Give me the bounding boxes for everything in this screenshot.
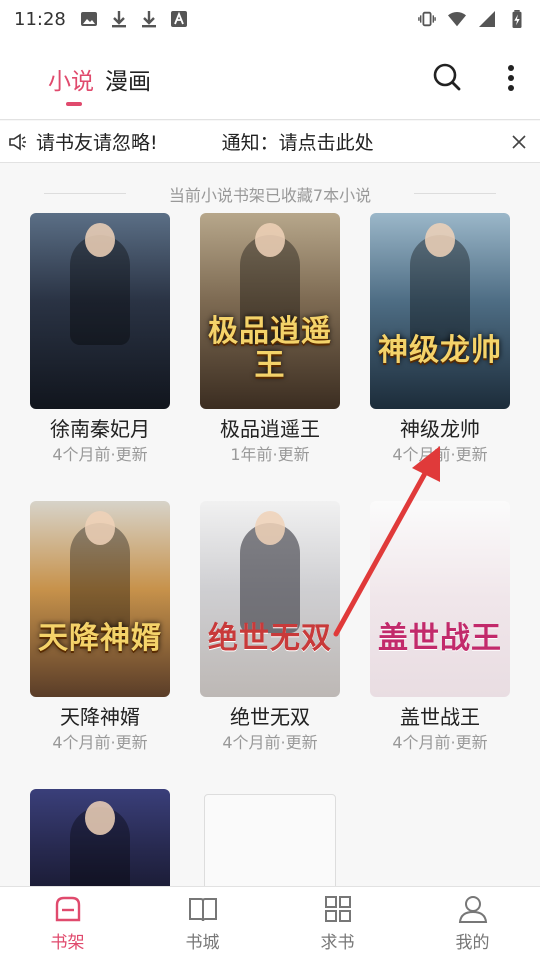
app-header: 小说 漫画 [0,38,540,120]
search-icon[interactable] [432,62,462,96]
status-right-icons [418,10,526,28]
tab-comic[interactable]: 漫画 [105,62,151,96]
nav-profile[interactable]: 我的 [405,887,540,960]
book-item[interactable] [15,789,185,889]
book-cover-title: 天降神婿 [38,621,162,656]
nav-label: 求书 [320,933,355,953]
book-cover[interactable]: 天降神婿 [30,501,170,697]
wifi-icon [448,10,466,28]
signal-icon [478,10,496,28]
nav-bookstore[interactable]: 书城 [135,887,270,960]
close-icon[interactable] [498,134,540,150]
more-icon[interactable] [503,64,519,96]
book-item[interactable]: 天降神婿 天降神婿 4个月前·更新 [15,501,185,755]
bookshelf-icon [55,896,80,922]
book-cover[interactable]: 盖世战王 [370,501,510,697]
book-title: 绝世无双 [230,705,310,729]
book-title: 盖世战王 [400,705,480,729]
book-cover-title: 极品逍遥王 [208,314,332,383]
book-item[interactable]: 徐南秦妃月 4个月前·更新 [15,213,185,467]
shelf-summary: 当前小说书架已收藏7本小说 [0,182,540,206]
book-update-time: 4个月前·更新 [52,733,148,752]
nav-label: 我的 [455,933,490,953]
status-time: 11:28 [14,8,66,30]
book-update-time: 4个月前·更新 [392,445,488,464]
user-icon [458,896,487,923]
book-cover[interactable]: 绝世无双 [200,501,340,697]
image-icon [80,10,98,28]
tab-novel[interactable]: 小说 [48,62,94,96]
grid-icon [324,896,351,922]
book-item[interactable]: 神级龙帅 神级龙帅 4个月前·更新 [355,213,525,467]
book-title: 徐南秦妃月 [50,417,150,441]
book-update-time: 1年前·更新 [230,445,310,464]
nav-request-book[interactable]: 求书 [270,887,405,960]
book-cover[interactable]: 神级龙帅 [370,213,510,409]
bottom-nav: 书架 书城 求书 我的 [0,886,540,960]
download-icon [140,10,158,28]
nav-bookshelf[interactable]: 书架 [0,887,135,960]
nav-label: 书城 [185,933,220,953]
book-cover[interactable] [30,213,170,409]
status-left-icons [80,10,188,28]
book-update-time: 4个月前·更新 [52,445,148,464]
font-icon [170,10,188,28]
notice-marquee[interactable]: 请书友请忽略! 通知：请点击此处 [36,128,498,155]
book-cover-title: 盖世战王 [378,621,502,656]
download-icon [110,10,128,28]
book-icon [188,898,217,922]
nav-label: 书架 [50,933,85,953]
book-cover[interactable]: 极品逍遥王 [200,213,340,409]
book-title: 极品逍遥王 [220,417,320,441]
speaker-icon [0,132,36,152]
book-item[interactable]: 盖世战王 盖世战王 4个月前·更新 [355,501,525,755]
status-bar: 11:28 [0,0,540,38]
book-update-time: 4个月前·更新 [392,733,488,752]
battery-icon [508,10,526,28]
notice-segment: 通知：请点击此处 [221,132,374,154]
book-item[interactable]: 绝世无双 绝世无双 4个月前·更新 [185,501,355,755]
vibrate-icon [418,10,436,28]
notice-bar[interactable]: 请书友请忽略! 通知：请点击此处 [0,121,540,163]
book-update-time: 4个月前·更新 [222,733,318,752]
book-item[interactable]: 极品逍遥王 极品逍遥王 1年前·更新 [185,213,355,467]
book-title: 天降神婿 [60,705,140,729]
book-cover[interactable] [30,789,170,889]
notice-segment: 请书友请忽略! [36,132,158,154]
active-tab-indicator [66,102,82,106]
book-cover-title: 绝世无双 [208,621,332,656]
book-cover-title: 神级龙帅 [378,333,502,368]
book-title: 神级龙帅 [400,417,480,441]
